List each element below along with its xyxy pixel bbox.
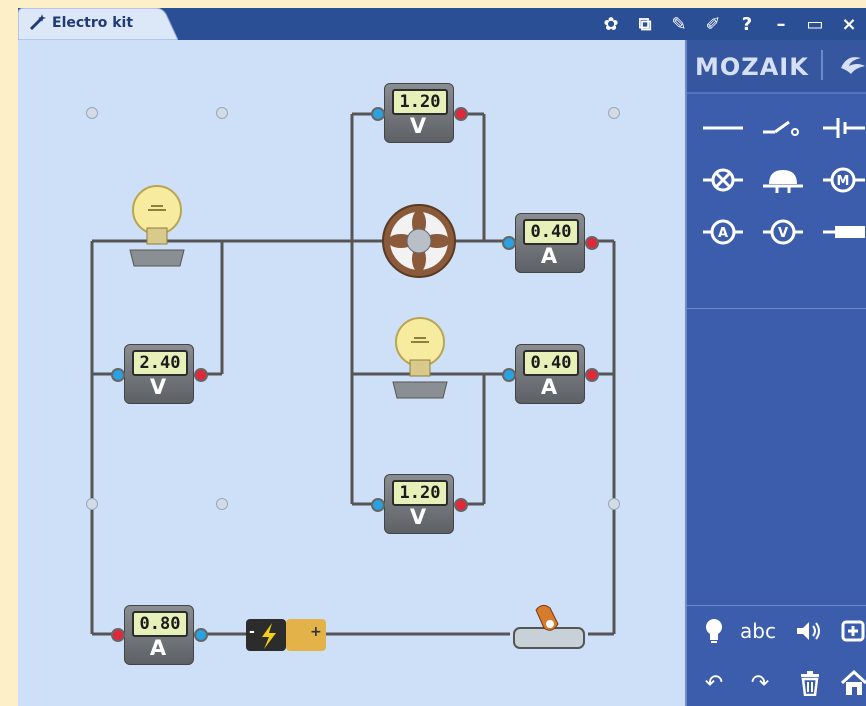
ammeter-fan-reading: 0.40 xyxy=(523,219,579,245)
battery-minus-label: - xyxy=(249,624,255,640)
voltmeter-top[interactable]: 1.20 V xyxy=(384,83,454,143)
terminal-negative[interactable] xyxy=(111,368,125,382)
grid-node[interactable] xyxy=(608,498,620,510)
voltmeter-symbol: V xyxy=(778,226,788,241)
molecule-icon[interactable]: ✿ xyxy=(594,10,628,38)
fan-motor[interactable] xyxy=(381,203,457,279)
help-icon[interactable]: ? xyxy=(730,10,764,38)
terminal-positive[interactable] xyxy=(585,236,599,250)
trash-icon[interactable] xyxy=(793,666,827,700)
brand-strip: MOZAIK xyxy=(687,40,866,94)
ammeter-middle[interactable]: 0.40 A xyxy=(515,344,585,404)
terminal-negative[interactable] xyxy=(194,628,208,642)
terminal-positive[interactable] xyxy=(454,498,468,512)
home-icon[interactable] xyxy=(837,666,866,700)
capacitor-tool[interactable] xyxy=(821,110,865,146)
speaker-icon[interactable] xyxy=(793,614,827,648)
component-panel: MOZAIK M A V abc ↶ ↷ xyxy=(685,40,866,706)
wire-tool[interactable] xyxy=(701,110,745,146)
voltmeter-bottom-reading: 1.20 xyxy=(392,480,448,506)
grid-node[interactable] xyxy=(608,107,620,119)
mozaik-logo: MOZAIK xyxy=(695,53,809,81)
grid-node[interactable] xyxy=(216,107,228,119)
switch[interactable] xyxy=(506,602,594,658)
voltmeter-left-reading: 2.40 xyxy=(132,350,188,376)
wand-icon xyxy=(28,12,48,32)
motor-tool[interactable]: M xyxy=(821,162,865,198)
lamp-middle[interactable] xyxy=(389,314,451,400)
panel-divider xyxy=(687,605,866,606)
circuit-workspace[interactable]: - + 1.20 V 0.40 A 2.40 V 0.40 A 1.20 V 0… xyxy=(18,40,685,706)
text-tool[interactable]: abc xyxy=(740,614,776,648)
voltmeter-top-unit: V xyxy=(409,114,427,138)
maximize-icon[interactable]: ▭ xyxy=(798,10,832,38)
motor-symbol: M xyxy=(837,174,850,189)
ammeter-bottom-reading: 0.80 xyxy=(132,611,188,637)
ammeter-tool[interactable]: A xyxy=(701,214,745,250)
terminal-negative[interactable] xyxy=(371,107,385,121)
pencil-icon[interactable]: ✎ xyxy=(662,10,696,38)
ammeter-middle-reading: 0.40 xyxy=(523,350,579,376)
bell-tool[interactable] xyxy=(761,162,805,198)
lamp-tool[interactable] xyxy=(701,162,745,198)
window-title: Electro kit xyxy=(52,15,134,31)
grid-node[interactable] xyxy=(86,498,98,510)
redo-icon[interactable]: ↷ xyxy=(743,666,777,700)
window-frame xyxy=(0,0,18,706)
ammeter-bottom-unit: A xyxy=(149,636,167,660)
lamp-left[interactable] xyxy=(126,182,188,268)
grid-node[interactable] xyxy=(216,498,228,510)
terminal-negative[interactable] xyxy=(371,498,385,512)
voltmeter-top-reading: 1.20 xyxy=(392,89,448,115)
terminal-positive[interactable] xyxy=(585,368,599,382)
terminal-positive[interactable] xyxy=(194,368,208,382)
terminal-positive[interactable] xyxy=(111,628,125,642)
lightbulb-icon[interactable] xyxy=(697,614,731,648)
panel-divider xyxy=(687,308,866,309)
terminal-negative[interactable] xyxy=(502,368,516,382)
undo-icon[interactable]: ↶ xyxy=(697,666,731,700)
ammeter-fan-unit: A xyxy=(540,244,558,268)
voltmeter-tool[interactable]: V xyxy=(761,214,805,250)
pin-icon[interactable]: ✐ xyxy=(696,10,730,38)
terminal-positive[interactable] xyxy=(454,107,468,121)
ammeter-symbol: A xyxy=(718,226,728,241)
switch-tool[interactable] xyxy=(761,110,805,146)
voltmeter-left[interactable]: 2.40 V xyxy=(124,344,194,404)
close-icon[interactable]: × xyxy=(832,10,866,38)
minimize-icon[interactable]: – xyxy=(764,10,798,38)
plus-icon[interactable] xyxy=(837,614,866,648)
3d-view-icon[interactable]: ⧉ xyxy=(628,10,662,38)
ammeter-fan[interactable]: 0.40 A xyxy=(515,213,585,273)
battery-plus-label: + xyxy=(310,624,322,640)
grid-node[interactable] xyxy=(86,107,98,119)
resistor-tool[interactable] xyxy=(821,214,865,250)
voltmeter-bottom-unit: V xyxy=(409,505,427,529)
window-toolbar: ✿ ⧉ ✎ ✐ ? – ▭ × xyxy=(594,10,866,38)
ammeter-bottom[interactable]: 0.80 A xyxy=(124,605,194,665)
voltmeter-bottom[interactable]: 1.20 V xyxy=(384,474,454,534)
voltmeter-left-unit: V xyxy=(149,375,167,399)
ammeter-middle-unit: A xyxy=(540,375,558,399)
terminal-negative[interactable] xyxy=(502,236,516,250)
swirl-logo-icon xyxy=(841,57,865,74)
